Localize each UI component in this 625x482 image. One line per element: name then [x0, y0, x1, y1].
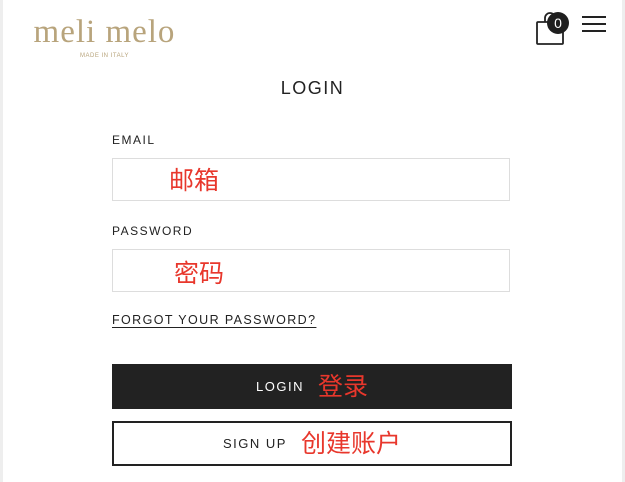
- page-title: LOGIN: [280, 78, 345, 98]
- sign-up-button[interactable]: SIGN UP 创建账户: [112, 421, 512, 466]
- login-annotation: 登录: [317, 372, 368, 401]
- login-button[interactable]: LOGIN 登录: [112, 364, 512, 409]
- login-button-label: LOGIN: [256, 379, 304, 394]
- login-page: meli melo MADE IN ITALY 0 LOGIN EMAIL 邮箱…: [0, 0, 625, 482]
- cart-count-badge: 0: [547, 12, 569, 34]
- email-annotation: 邮箱: [169, 167, 220, 195]
- logo-tagline: MADE IN ITALY: [80, 53, 129, 59]
- menu-bar: [582, 23, 606, 25]
- menu-bar: [582, 30, 606, 32]
- email-label: EMAIL: [112, 133, 156, 147]
- cart-button[interactable]: 0: [535, 10, 573, 48]
- brand-logo[interactable]: meli melo MADE IN ITALY: [32, 14, 177, 60]
- menu-bar: [582, 16, 606, 18]
- password-label: PASSWORD: [112, 224, 194, 238]
- sign-up-button-label: SIGN UP: [223, 436, 287, 451]
- password-field[interactable]: [112, 249, 510, 292]
- forgot-password-link[interactable]: FORGOT YOUR PASSWORD?: [112, 313, 316, 327]
- left-edge: [0, 0, 3, 482]
- sign-up-annotation: 创建账户: [300, 429, 401, 458]
- hamburger-menu-icon[interactable]: [582, 15, 606, 33]
- password-annotation: 密码: [174, 260, 225, 288]
- logo-text: meli melo: [33, 14, 176, 50]
